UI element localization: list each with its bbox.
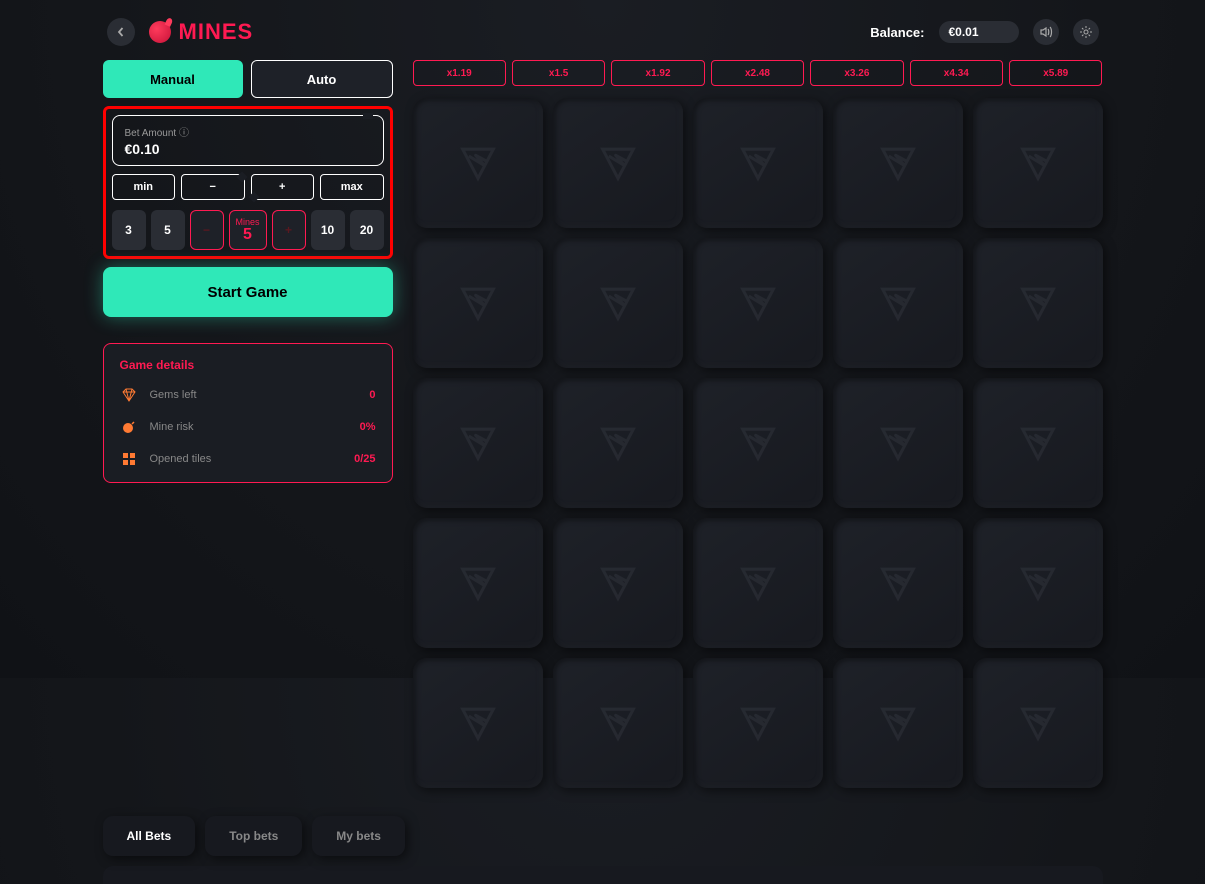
game-details-card: Game details Gems left 0 Mine risk 0% — [103, 343, 393, 483]
mine-risk-value: 0% — [360, 421, 376, 433]
multiplier-chip-2[interactable]: x1.92 — [611, 60, 704, 86]
bets-list-container — [103, 866, 1103, 884]
mine-tile[interactable] — [413, 378, 543, 508]
mine-tile[interactable] — [553, 378, 683, 508]
mines-preset-10[interactable]: 10 — [311, 210, 345, 250]
title-text: MINES — [179, 19, 254, 45]
tab-top-bets[interactable]: Top bets — [205, 816, 302, 856]
opened-tiles-label: Opened tiles — [150, 453, 343, 465]
tab-all-bets[interactable]: All Bets — [103, 816, 196, 856]
opened-tiles-value: 0/25 — [354, 453, 375, 465]
bet-min-button[interactable]: min — [112, 174, 176, 200]
balance-value[interactable]: €0.01 — [939, 21, 1019, 43]
mine-tile[interactable] — [973, 378, 1103, 508]
mine-tile[interactable] — [413, 518, 543, 648]
multiplier-chip-1[interactable]: x1.5 — [512, 60, 605, 86]
tab-manual[interactable]: Manual — [103, 60, 243, 98]
mine-tile[interactable] — [833, 238, 963, 368]
tab-auto[interactable]: Auto — [251, 60, 393, 98]
speaker-icon — [1039, 25, 1053, 39]
mine-tile[interactable] — [833, 378, 963, 508]
mine-tile[interactable] — [833, 98, 963, 228]
bet-amount-value: €0.10 — [125, 141, 371, 157]
bomb-small-icon — [120, 418, 138, 436]
mine-risk-label: Mine risk — [150, 421, 348, 433]
multiplier-chip-5[interactable]: x4.34 — [910, 60, 1003, 86]
mines-value: 5 — [243, 227, 252, 243]
mine-tile[interactable] — [693, 378, 823, 508]
tab-my-bets[interactable]: My bets — [312, 816, 405, 856]
bet-config-highlight: Bet Amount ⓘ €0.10 min − + max 3 5 − Min… — [103, 106, 393, 259]
sound-button[interactable] — [1033, 19, 1059, 45]
bet-amount-label: Bet Amount ⓘ — [125, 124, 371, 139]
multiplier-chip-3[interactable]: x2.48 — [711, 60, 804, 86]
gear-icon — [1079, 25, 1093, 39]
mine-tile[interactable] — [693, 518, 823, 648]
mines-decrease-button[interactable]: − — [190, 210, 224, 250]
start-game-button[interactable]: Start Game — [103, 267, 393, 317]
mine-tile[interactable] — [553, 518, 683, 648]
mine-tile[interactable] — [553, 238, 683, 368]
bet-max-button[interactable]: max — [320, 174, 384, 200]
chevron-left-icon — [116, 27, 126, 37]
mines-count-display: Mines 5 — [229, 210, 267, 250]
mine-tile[interactable] — [413, 98, 543, 228]
game-details-title: Game details — [120, 358, 376, 372]
page-title: MINES — [149, 19, 254, 45]
mine-tile[interactable] — [973, 98, 1103, 228]
bet-amount-input[interactable]: Bet Amount ⓘ €0.10 — [112, 115, 384, 166]
mines-increase-button[interactable]: + — [272, 210, 306, 250]
back-button[interactable] — [107, 18, 135, 46]
mine-tile[interactable] — [833, 518, 963, 648]
balance-label: Balance: — [870, 25, 924, 40]
mines-preset-3[interactable]: 3 — [112, 210, 146, 250]
gems-left-label: Gems left — [150, 389, 358, 401]
mine-tile[interactable] — [693, 238, 823, 368]
multiplier-chip-6[interactable]: x5.89 — [1009, 60, 1102, 86]
multiplier-chip-4[interactable]: x3.26 — [810, 60, 903, 86]
mines-preset-5[interactable]: 5 — [151, 210, 185, 250]
bet-decrease-button[interactable]: − — [181, 174, 245, 200]
multiplier-chip-0[interactable]: x1.19 — [413, 60, 506, 86]
mine-tile[interactable] — [553, 98, 683, 228]
mine-tile[interactable] — [973, 238, 1103, 368]
mines-preset-20[interactable]: 20 — [350, 210, 384, 250]
grid-icon — [120, 450, 138, 468]
gems-left-value: 0 — [369, 389, 375, 401]
mine-tile[interactable] — [973, 518, 1103, 648]
bet-increase-button[interactable]: + — [251, 174, 315, 200]
bomb-icon — [149, 21, 171, 43]
mine-tile[interactable] — [693, 98, 823, 228]
gem-icon — [120, 386, 138, 404]
mine-tile[interactable] — [413, 238, 543, 368]
settings-button[interactable] — [1073, 19, 1099, 45]
